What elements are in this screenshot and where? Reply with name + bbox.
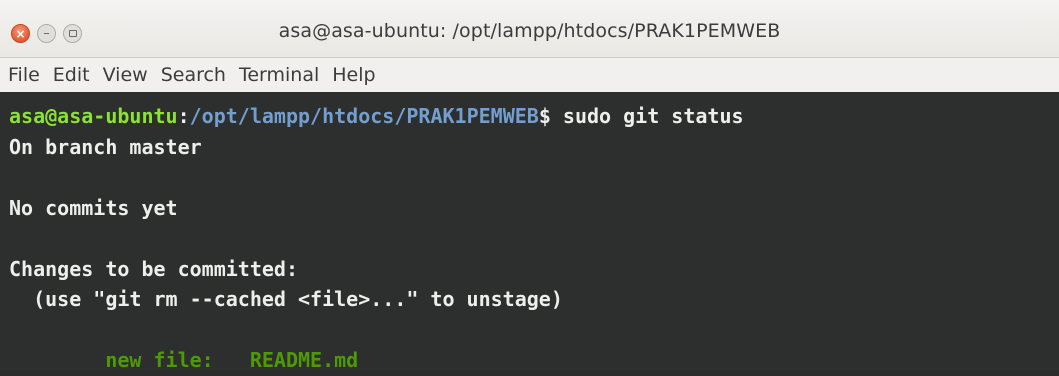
output-hint: (use "git rm --cached <file>..." to unst… [9,287,563,311]
menu-terminal[interactable]: Terminal [239,64,319,86]
output-commits: No commits yet [9,195,178,220]
menu-edit[interactable]: Edit [53,64,90,86]
output-blank-3 [9,315,1059,346]
menu-bar: File Edit View Search Terminal Help [0,58,1059,92]
prompt-symbol: $ [538,104,551,128]
terminal-window: × – asa@asa-ubuntu: /opt/lampp/htdocs/PR… [0,0,1059,372]
title-bar[interactable]: × – asa@asa-ubuntu: /opt/lampp/htdocs/PR… [0,0,1059,58]
menu-search[interactable]: Search [161,64,226,86]
prompt-line: asa@asa-ubuntu:/opt/lampp/htdocs/PRAK1PE… [9,101,1059,132]
prompt-path: /opt/lampp/htdocs/PRAK1PEMWEB [189,104,539,128]
menu-file[interactable]: File [8,64,40,86]
menu-view[interactable]: View [103,64,148,86]
output-branch: On branch master [9,134,202,159]
terminal-output[interactable]: asa@asa-ubuntu:/opt/lampp/htdocs/PRAK1PE… [0,93,1059,372]
command-text: sudo git status [550,104,744,128]
output-changes-header: Changes to be committed: [9,256,298,281]
staged-filename: README.md [249,348,359,372]
window-title: asa@asa-ubuntu: /opt/lampp/htdocs/PRAK1P… [278,20,781,42]
prompt-user: asa@asa-ubuntu [9,104,178,128]
staged-prefix: new file: [9,348,250,372]
menu-help[interactable]: Help [332,64,375,86]
output-blank-1 [9,162,1059,193]
output-blank-2 [9,223,1059,254]
prompt-separator: : [177,104,190,128]
